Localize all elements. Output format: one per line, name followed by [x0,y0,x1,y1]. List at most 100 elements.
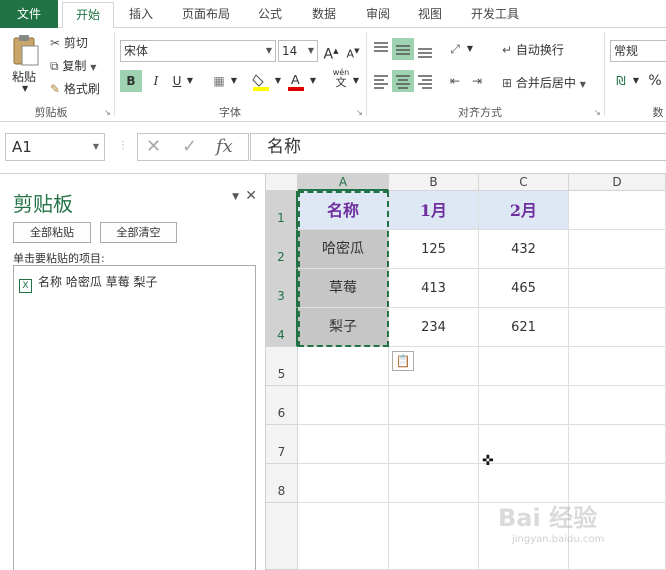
close-icon[interactable]: ✕ [245,188,257,204]
cell-a6[interactable] [298,386,389,425]
column-header-c[interactable]: C [479,174,569,191]
cell-c6[interactable] [479,386,569,425]
currency-icon[interactable]: ₪ [610,70,632,92]
cell-b1[interactable]: 1月 [389,191,479,230]
cell-b7[interactable] [389,425,479,464]
percent-button[interactable]: % [644,70,666,92]
row-header-5[interactable]: 5 [266,347,298,386]
row-header-4[interactable]: 4 [266,308,298,347]
grow-font-button[interactable]: A▲ [320,40,342,63]
fill-color-button[interactable] [250,70,272,92]
align-left-icon[interactable] [370,70,392,92]
align-top-icon[interactable] [370,38,392,60]
column-header-a[interactable]: A [298,174,389,191]
pane-options-icon[interactable]: ▼ [232,192,239,202]
tab-insert[interactable]: 插入 [118,0,164,28]
paste-options-icon[interactable]: 📋 [392,351,414,371]
enter-icon[interactable]: ✓ [182,136,197,157]
cell-b2[interactable]: 125 [389,230,479,269]
cell-d6[interactable] [569,386,666,425]
cell-b8[interactable] [389,464,479,503]
cell-d7[interactable] [569,425,666,464]
bold-button[interactable]: B [120,70,142,92]
fill-color-dropdown-icon[interactable]: ▼ [272,70,284,92]
cell-c1[interactable]: 2月 [479,191,569,230]
cell-b3[interactable]: 413 [389,269,479,308]
cell-a2[interactable]: 哈密瓜 [298,230,389,269]
borders-icon[interactable]: ▦ [208,70,230,92]
cell-c2[interactable]: 432 [479,230,569,269]
select-all-corner[interactable] [266,174,298,191]
cell-d5[interactable] [569,347,666,386]
clipboard-item[interactable]: X 名称 哈密瓜 草莓 梨子 [19,273,157,293]
cell-b9[interactable] [389,503,479,570]
paste-dropdown-icon[interactable]: ▼ [22,84,28,93]
row-header-7[interactable]: 7 [266,425,298,464]
formula-input[interactable]: 名称 [250,133,666,161]
name-box[interactable]: A1 ▼ [5,133,105,161]
row-header-8[interactable]: 8 [266,464,298,503]
tab-view[interactable]: 视图 [408,0,452,28]
cell-c4[interactable]: 621 [479,308,569,347]
font-dialog-launcher-icon[interactable]: ↘ [356,108,363,117]
cell-a5[interactable] [298,347,389,386]
alignment-dialog-launcher-icon[interactable]: ↘ [594,108,601,117]
align-right-icon[interactable] [414,70,436,92]
cell-b6[interactable] [389,386,479,425]
align-middle-icon[interactable] [392,38,414,60]
cell-d3[interactable] [569,269,666,308]
font-color-dropdown-icon[interactable]: ▼ [307,70,319,92]
cell-d1[interactable] [569,191,666,230]
currency-dropdown-icon[interactable]: ▼ [630,70,642,92]
cell-a3[interactable]: 草莓 [298,269,389,308]
merge-dropdown-icon[interactable]: ▼ [580,80,586,89]
row-header-3[interactable]: 3 [266,269,298,308]
align-bottom-icon[interactable] [414,38,436,60]
paste-all-button[interactable]: 全部粘贴 [13,222,91,243]
borders-dropdown-icon[interactable]: ▼ [228,70,240,92]
number-format-dropdown[interactable]: 常规 [610,40,666,62]
cell-c3[interactable]: 465 [479,269,569,308]
clear-all-button[interactable]: 全部清空 [100,222,177,243]
tab-home[interactable]: 开始 [62,2,114,29]
cell-d2[interactable] [569,230,666,269]
row-header-1[interactable]: 1 [266,191,298,230]
tab-page-layout[interactable]: 页面布局 [172,0,240,28]
format-painter-button[interactable]: ✎ 格式刷 [50,80,100,97]
cell-b4[interactable]: 234 [389,308,479,347]
cell-a8[interactable] [298,464,389,503]
column-header-b[interactable]: B [389,174,479,191]
align-center-icon[interactable] [392,70,414,92]
row-header-6[interactable]: 6 [266,386,298,425]
tab-data[interactable]: 数据 [302,0,346,28]
increase-indent-icon[interactable]: ⇥ [466,70,488,92]
wrap-text-button[interactable]: ↵ 自动换行 [502,41,564,58]
font-color-button[interactable]: A [285,70,307,92]
italic-button[interactable]: I [145,70,167,92]
underline-dropdown-icon[interactable]: ▼ [184,70,196,92]
shrink-font-button[interactable]: A▼ [342,40,364,62]
text-orientation-icon[interactable]: ⤢ [444,38,466,60]
row-header-9[interactable] [266,503,298,570]
orientation-dropdown-icon[interactable]: ▼ [464,38,476,60]
merge-center-button[interactable]: ⊞ 合并后居中 ▼ [502,74,586,91]
tab-developer[interactable]: 开发工具 [462,0,528,28]
cell-d4[interactable] [569,308,666,347]
cut-button[interactable]: ✂ 剪切 [50,34,88,51]
row-header-2[interactable]: 2 [266,230,298,269]
cancel-icon[interactable]: ✕ [146,136,161,157]
cell-a7[interactable] [298,425,389,464]
cell-c5[interactable] [479,347,569,386]
font-name-dropdown[interactable]: 宋体 ▼ [120,40,276,62]
tab-formulas[interactable]: 公式 [248,0,292,28]
decrease-indent-icon[interactable]: ⇤ [444,70,466,92]
font-size-dropdown[interactable]: 14 ▼ [278,40,318,62]
column-header-d[interactable]: D [569,174,666,191]
cell-a9[interactable] [298,503,389,570]
cell-a1[interactable]: 名称 [298,191,389,230]
phonetic-dropdown-icon[interactable]: ▼ [350,70,362,92]
copy-button[interactable]: ⧉ 复制 ▼ [50,57,96,74]
tab-file[interactable]: 文件 [0,0,58,28]
tab-review[interactable]: 审阅 [356,0,400,28]
insert-function-button[interactable]: fx [216,136,233,157]
